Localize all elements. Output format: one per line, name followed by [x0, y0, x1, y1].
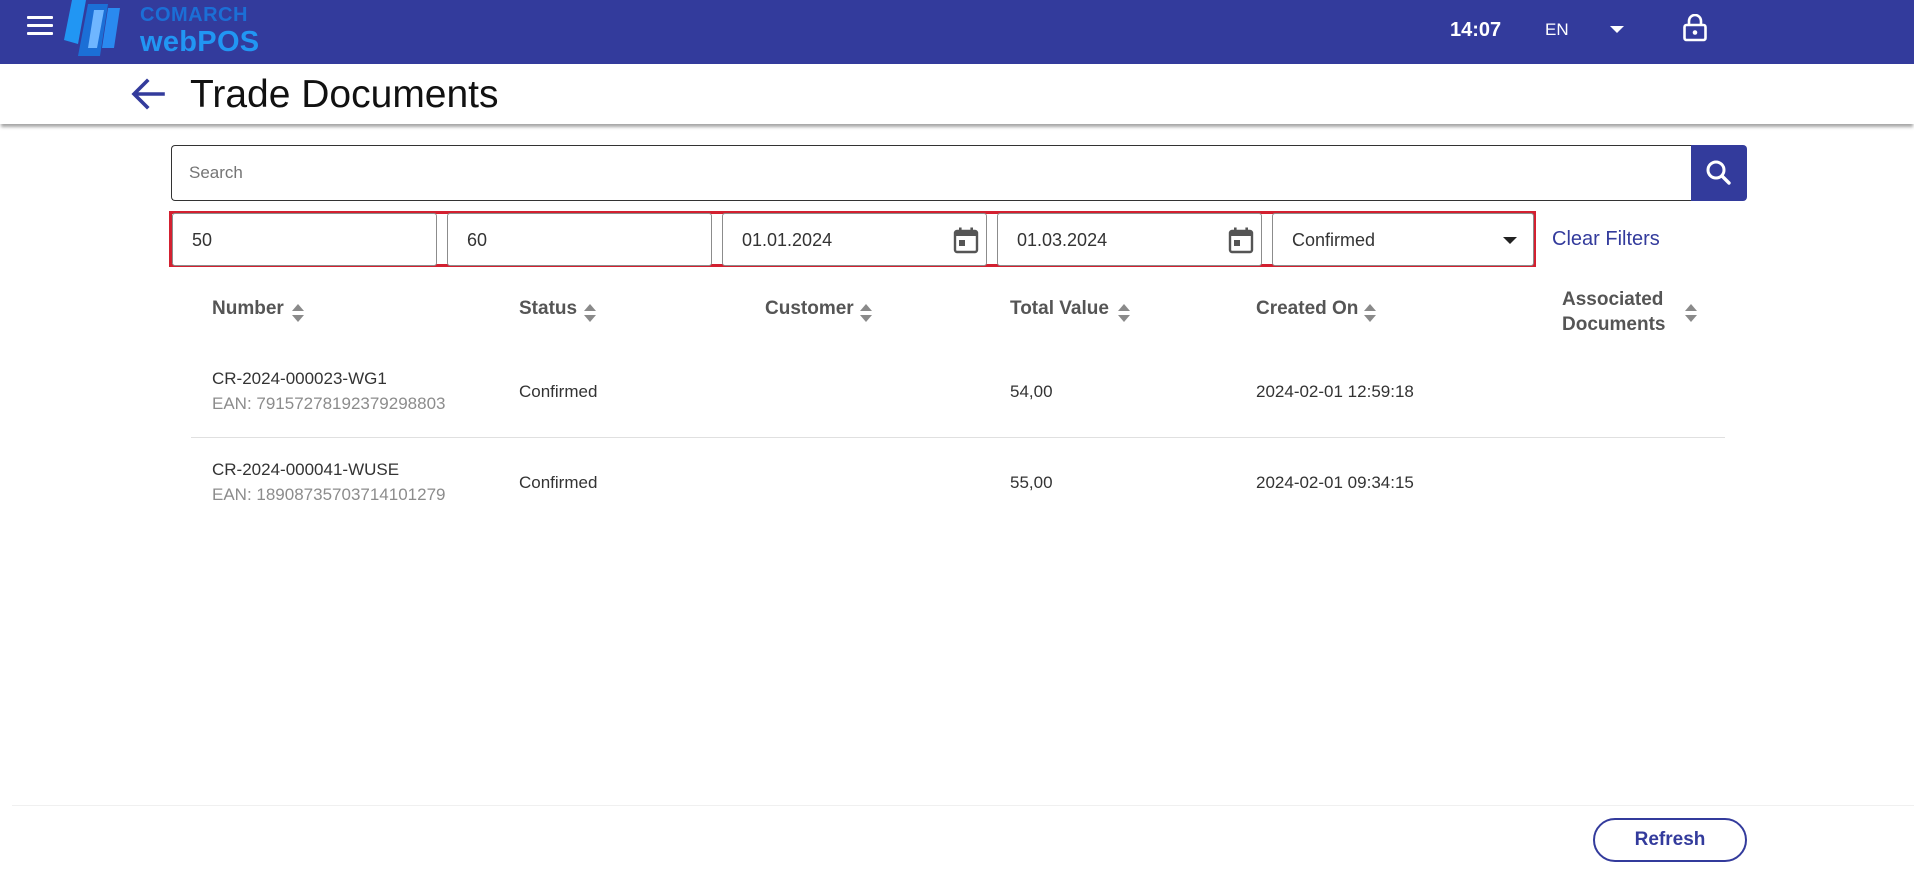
- comarch-logo-icon: [64, 0, 120, 56]
- sort-icon[interactable]: [584, 304, 596, 324]
- column-header-associated-line2: Documents: [1562, 314, 1666, 335]
- table-row[interactable]: CR-2024-000023-WG1 EAN: 7915727819237929…: [191, 352, 1725, 442]
- clear-filters-link[interactable]: Clear Filters: [1552, 228, 1660, 251]
- document-total-value: 55,00: [1010, 473, 1053, 492]
- sort-icon[interactable]: [1685, 304, 1697, 324]
- date-from-filter[interactable]: 01.01.2024: [722, 213, 987, 266]
- status-filter-dropdown[interactable]: Confirmed: [1272, 213, 1534, 266]
- logo-brand-text: COMARCH: [140, 4, 248, 26]
- column-header-number[interactable]: Number: [212, 298, 284, 320]
- column-header-created-on[interactable]: Created On: [1256, 298, 1358, 320]
- sort-icon[interactable]: [1364, 304, 1376, 324]
- document-created-on: 2024-02-01 12:59:18: [1256, 382, 1414, 401]
- sort-icon[interactable]: [292, 304, 304, 324]
- document-number: CR-2024-000023-WG1: [212, 369, 387, 388]
- sort-icon[interactable]: [860, 304, 872, 324]
- column-header-associated-line1: Associated: [1562, 289, 1664, 310]
- date-to-filter[interactable]: 01.03.2024: [997, 213, 1262, 266]
- search-input[interactable]: [172, 146, 1691, 200]
- document-status: Confirmed: [519, 473, 598, 492]
- menu-icon[interactable]: [27, 16, 53, 38]
- column-header-associated-documents[interactable]: Associated Documents: [1562, 287, 1692, 337]
- footer-divider: [12, 805, 1914, 806]
- language-selector[interactable]: EN: [1545, 20, 1569, 40]
- back-arrow-icon[interactable]: [130, 78, 166, 110]
- calendar-icon[interactable]: [1228, 227, 1254, 254]
- row-divider: [191, 437, 1725, 438]
- document-created-on: 2024-02-01 09:34:15: [1256, 473, 1414, 492]
- column-header-status[interactable]: Status: [519, 298, 577, 320]
- document-status: Confirmed: [519, 382, 598, 401]
- sort-icon[interactable]: [1118, 304, 1130, 324]
- top-bar: COMARCH webPOS 14:07 EN: [0, 0, 1914, 64]
- search-button[interactable]: [1691, 145, 1747, 201]
- document-number: CR-2024-000041-WUSE: [212, 460, 400, 479]
- logo-product-text: webPOS: [140, 26, 260, 58]
- value-from-text: 50: [192, 230, 213, 250]
- chevron-down-icon[interactable]: [1610, 26, 1624, 33]
- document-ean: EAN: 18908735703714101279: [212, 485, 446, 504]
- column-header-customer[interactable]: Customer: [765, 298, 854, 320]
- status-filter-value: Confirmed: [1292, 230, 1376, 250]
- table-row[interactable]: CR-2024-000041-WUSE EAN: 189087357037141…: [191, 443, 1725, 533]
- clock: 14:07: [1450, 19, 1502, 41]
- document-total-value: 54,00: [1010, 382, 1053, 401]
- calendar-icon[interactable]: [953, 227, 979, 254]
- page-title: Trade Documents: [190, 73, 499, 116]
- search-field[interactable]: [171, 145, 1691, 201]
- value-to-text: 60: [467, 230, 488, 250]
- document-ean: EAN: 79157278192379298803: [212, 394, 446, 413]
- chevron-down-icon[interactable]: [1503, 237, 1517, 244]
- refresh-button[interactable]: Refresh: [1593, 818, 1747, 862]
- date-from-text: 01.01.2024: [742, 230, 833, 250]
- value-to-filter[interactable]: 60: [447, 213, 712, 266]
- date-to-text: 01.03.2024: [1017, 230, 1108, 250]
- value-from-filter[interactable]: 50: [172, 213, 437, 266]
- search-icon: [1706, 160, 1731, 185]
- column-header-total-value[interactable]: Total Value: [1010, 298, 1109, 320]
- lock-icon[interactable]: [1683, 14, 1707, 42]
- page-header: Trade Documents: [0, 64, 1914, 124]
